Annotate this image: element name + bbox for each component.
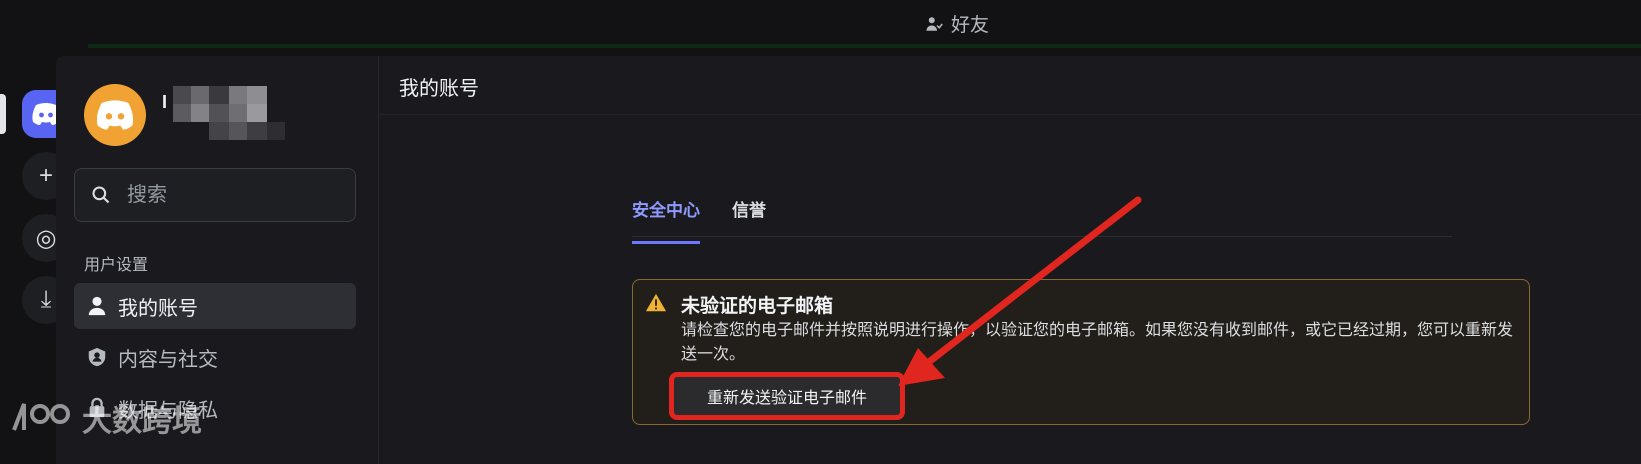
friends-icon	[926, 16, 943, 31]
page-title: 我的账号	[399, 78, 479, 100]
user-settings-heading: 用户设置	[84, 257, 149, 274]
search-box[interactable]	[74, 168, 356, 222]
username: I	[162, 92, 168, 112]
plus-icon: +	[38, 162, 53, 189]
friends-title: 好友	[951, 15, 990, 36]
alert-title: 未验证的电子邮箱	[681, 296, 834, 317]
discord-logo-icon	[96, 100, 134, 130]
rail-selection-pill	[0, 94, 6, 134]
title-divider	[379, 114, 1641, 115]
tabs-divider	[632, 236, 1452, 237]
shield-user-icon	[88, 347, 106, 367]
settings-content: 我的账号 安全中心 信誉 未验证的电子邮箱 请检查您的电子邮件并按照说明进行操作…	[379, 56, 1641, 464]
resend-verification-button[interactable]: 重新发送验证电子邮件	[669, 372, 905, 420]
settings-modal: I 用户设置 我的账号 内容与	[56, 56, 1641, 464]
sidebar-item-my-account[interactable]: 我的账号	[74, 283, 356, 329]
unverified-email-alert: 未验证的电子邮箱 请检查您的电子邮件并按照说明进行操作，以验证您的电子邮箱。如果…	[632, 279, 1530, 425]
sidebar-item-label: 内容与社交	[118, 348, 218, 371]
sidebar-item-label: 我的账号	[118, 297, 198, 320]
top-bar: 好友	[0, 0, 1641, 44]
avatar[interactable]	[84, 84, 146, 146]
compass-icon: ◎	[35, 224, 57, 252]
header-divider	[88, 44, 1641, 48]
user-icon	[88, 296, 106, 316]
watermark-logo-icon	[12, 403, 70, 431]
download-icon: ⤓	[40, 286, 52, 313]
alert-body: 请检查您的电子邮件并按照说明进行操作，以验证您的电子邮箱。如果您没有收到邮件，或…	[681, 322, 1514, 363]
warning-icon	[645, 293, 667, 312]
sidebar-item-content-social[interactable]: 内容与社交	[74, 334, 356, 380]
search-icon	[92, 186, 110, 204]
watermark: 大数跨境	[10, 396, 202, 440]
friends-header: 好友	[925, 10, 989, 37]
search-input[interactable]	[125, 182, 329, 208]
watermark-text: 大数跨境	[82, 405, 202, 438]
